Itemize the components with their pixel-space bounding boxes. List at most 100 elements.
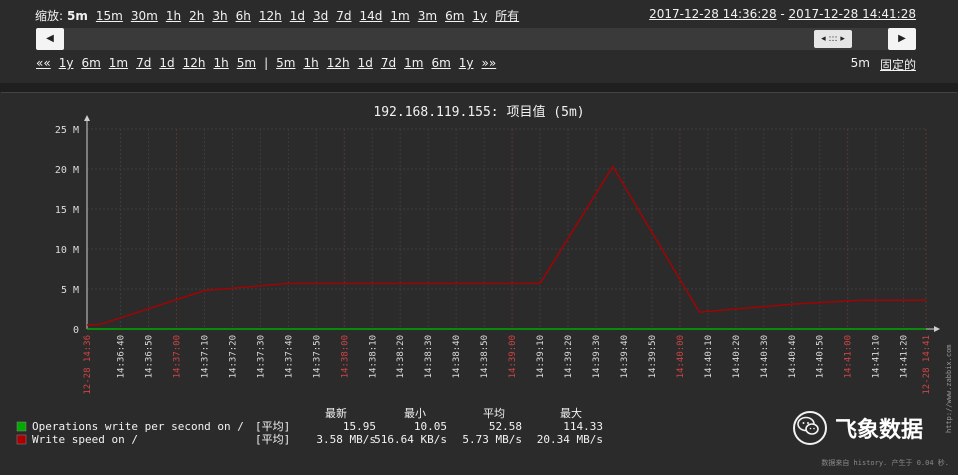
zoom-option-1m[interactable]: 1m: [390, 9, 409, 23]
legend-value: 516.64 KB/s: [374, 433, 447, 446]
y-tick-label: 10 M: [55, 245, 79, 256]
scroll-handle[interactable]: ◂ ::: ▸: [814, 30, 852, 48]
period-nav: «« 1y 6m 1m 7d 1d 12h 1h 5m | 5m 1h 12h 1d 7d 1m 6m 1y »»: [36, 56, 496, 70]
watermark: 飞象数据: [793, 411, 923, 445]
footer-credit: 数据来自 history. 产生于 0.04 秒.: [821, 458, 949, 467]
legend-header: 最小: [404, 407, 426, 420]
x-tick-label: 14:37:00: [172, 335, 182, 378]
period-value: 5m: [850, 56, 870, 70]
x-tick-label: 14:39:50: [648, 335, 658, 378]
x-tick-label: 14:40:10: [704, 335, 714, 378]
zoom-option-6h[interactable]: 6h: [236, 9, 251, 23]
legend-series-name: Operations write per second on /: [32, 420, 244, 433]
nav-forward-1d[interactable]: 1d: [358, 56, 373, 70]
y-tick-label: 20 M: [55, 165, 79, 176]
nav-forward-7d[interactable]: 7d: [381, 56, 396, 70]
x-tick-label: 14:39:40: [620, 335, 630, 378]
y-tick-label: 25 M: [55, 125, 79, 136]
legend-value: 3.58 MB/s: [316, 433, 376, 446]
zoom-option-30m[interactable]: 30m: [131, 9, 158, 23]
nav-back-12h[interactable]: 12h: [183, 56, 206, 70]
x-tick-label: 12-28 14:41: [922, 335, 932, 395]
zoom-option-1d[interactable]: 1d: [290, 9, 305, 23]
legend-value: 52.58: [489, 420, 522, 433]
legend-header: 最新: [325, 406, 347, 420]
zoom-label: 缩放:: [35, 9, 64, 23]
scroll-left-arrow-icon[interactable]: ◀: [36, 28, 64, 50]
time-range: 2017-12-28 14:36:28 - 2017-12-28 14:41:2…: [649, 7, 916, 21]
zoom-option-1y[interactable]: 1y: [472, 9, 487, 23]
x-tick-label: 14:36:50: [145, 335, 155, 378]
zoom-option-15m[interactable]: 15m: [96, 9, 123, 23]
x-tick-label: 14:40:40: [788, 335, 798, 378]
x-tick-label: 14:38:00: [340, 335, 350, 378]
legend-header: 最大: [560, 406, 582, 420]
x-tick-label: 12-28 14:36: [83, 335, 93, 395]
range-from[interactable]: 2017-12-28 14:36:28: [649, 7, 776, 21]
x-tick-label: 14:39:10: [536, 335, 546, 378]
y-tick-label: 15 M: [55, 205, 79, 216]
range-to[interactable]: 2017-12-28 14:41:28: [789, 7, 916, 21]
nav-back-1m[interactable]: 1m: [109, 56, 128, 70]
nav-back-all[interactable]: ««: [36, 56, 51, 70]
nav-back-1d[interactable]: 1d: [159, 56, 174, 70]
nav-forward-6m[interactable]: 6m: [431, 56, 450, 70]
range-dash: -: [776, 7, 789, 21]
x-tick-label: 14:41:00: [844, 335, 854, 378]
legend-value: 15.95: [343, 420, 376, 433]
nav-forward-all[interactable]: »»: [482, 56, 497, 70]
nav-forward-1y[interactable]: 1y: [459, 56, 474, 70]
x-tick-label: 14:37:40: [284, 335, 294, 378]
legend-swatch: [16, 421, 27, 432]
y-axis-arrow-icon: [84, 115, 90, 121]
x-tick-label: 14:37:10: [200, 335, 210, 378]
nav-forward-5m[interactable]: 5m: [276, 56, 295, 70]
nav-separator: |: [264, 56, 269, 70]
y-tick-label: 5 M: [61, 285, 79, 296]
time-controls: 缩放: 5m 15m 30m 1h 2h 3h 6h 12h 1d 3d 7d 14d 1m 3m 6m 1y…: [0, 0, 958, 83]
fixed-toggle[interactable]: 固定的: [880, 56, 916, 73]
wechat-icon: [793, 411, 827, 445]
legend-swatch: [16, 434, 27, 445]
x-tick-label: 14:38:10: [368, 335, 378, 378]
zoom-option-14d[interactable]: 14d: [360, 9, 383, 23]
nav-forward-1m[interactable]: 1m: [404, 56, 423, 70]
zoom-option-2h[interactable]: 2h: [189, 9, 204, 23]
nav-back-7d[interactable]: 7d: [136, 56, 151, 70]
x-tick-label: 14:38:30: [424, 335, 434, 378]
x-tick-label: 14:40:20: [732, 335, 742, 378]
nav-forward-1h[interactable]: 1h: [303, 56, 318, 70]
zoom-option-3d[interactable]: 3d: [313, 9, 328, 23]
x-tick-label: 14:36:40: [117, 335, 127, 378]
y-tick-label: 0: [73, 325, 79, 336]
watermark-text: 飞象数据: [835, 418, 924, 443]
side-credit: http://www.zabbix.com: [945, 344, 953, 433]
scroll-right-arrow-icon[interactable]: ▶: [888, 28, 916, 50]
x-tick-label: 14:38:20: [396, 335, 406, 378]
nav-back-1y[interactable]: 1y: [59, 56, 74, 70]
zoom-option-1h[interactable]: 1h: [166, 9, 181, 23]
zoom-option-7d[interactable]: 7d: [336, 9, 351, 23]
x-tick-label: 14:38:40: [452, 335, 462, 378]
legend-value: 20.34 MB/s: [537, 433, 603, 446]
zoom-option-3h[interactable]: 3h: [212, 9, 227, 23]
x-tick-label: 14:40:00: [676, 335, 686, 378]
legend-value: 114.33: [563, 420, 603, 433]
timeline-scrollbar[interactable]: ◀ ◂ ::: ▸ ▶: [36, 28, 916, 50]
legend-header: 平均: [483, 407, 505, 420]
legend-series-name: Write speed on /: [32, 433, 138, 446]
x-tick-label: 14:37:30: [256, 335, 266, 378]
zoom-bar: 缩放: 5m 15m 30m 1h 2h 3h 6h 12h 1d 3d 7d 14d 1m 3m 6m 1y…: [35, 7, 519, 24]
zoom-option-6m[interactable]: 6m: [445, 9, 464, 23]
x-axis-arrow-icon: [934, 326, 940, 332]
x-tick-label: 14:38:50: [480, 335, 490, 378]
zoom-option-所有[interactable]: 所有: [495, 7, 519, 24]
nav-back-1h[interactable]: 1h: [214, 56, 229, 70]
x-tick-label: 14:37:50: [312, 335, 322, 378]
zoom-option-5m[interactable]: 5m: [67, 9, 88, 23]
zoom-option-3m[interactable]: 3m: [418, 9, 437, 23]
nav-back-6m[interactable]: 6m: [81, 56, 100, 70]
zoom-option-12h[interactable]: 12h: [259, 9, 282, 23]
nav-forward-12h[interactable]: 12h: [327, 56, 350, 70]
nav-back-5m[interactable]: 5m: [237, 56, 256, 70]
